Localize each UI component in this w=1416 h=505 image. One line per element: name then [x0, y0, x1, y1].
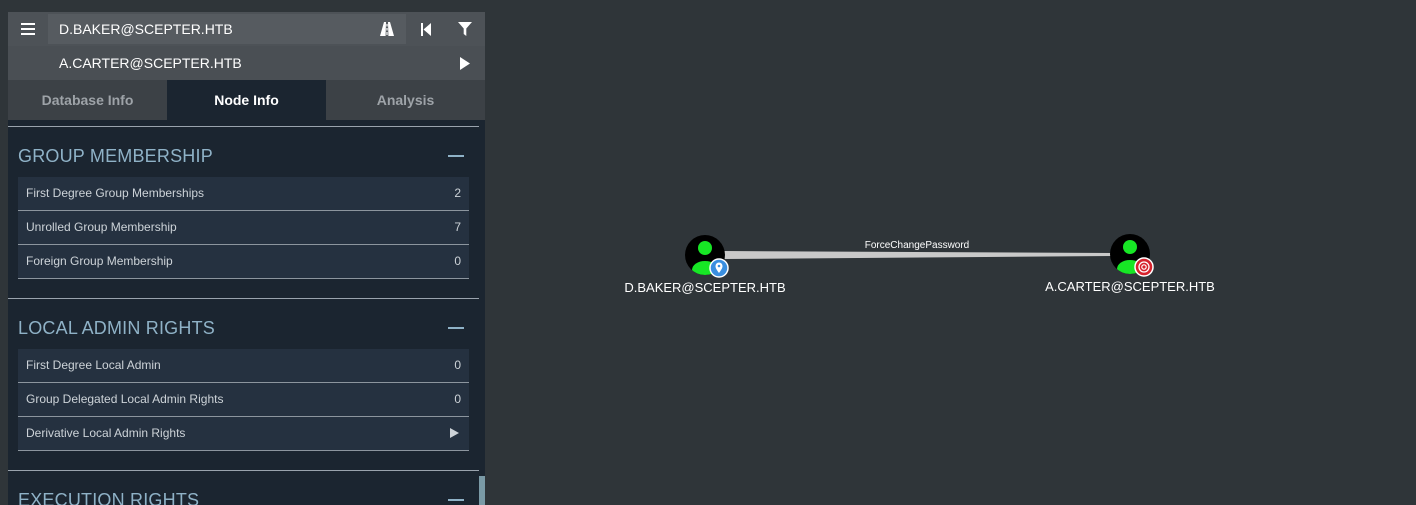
source-node-label: D.BAKER@SCEPTER.HTB: [624, 280, 786, 295]
stat-value: 0: [454, 358, 461, 372]
stat-unrolled-group-membership[interactable]: Unrolled Group Membership 7: [18, 211, 469, 245]
execution-rights-title: EXECUTION RIGHTS: [18, 490, 200, 505]
stat-group-delegated-local-admin[interactable]: Group Delegated Local Admin Rights 0: [18, 383, 469, 417]
play-icon: [460, 56, 470, 70]
stat-label: Foreign Group Membership: [26, 254, 173, 268]
collapse-execution-rights-button[interactable]: [448, 499, 464, 501]
pathfinding-button[interactable]: [370, 12, 404, 46]
filter-button[interactable]: [448, 12, 482, 46]
tab-database-info[interactable]: Database Info: [8, 80, 167, 120]
stat-value: 0: [454, 392, 461, 406]
map-pin-icon: [709, 258, 729, 278]
stat-value: 7: [454, 220, 461, 234]
graph-svg: [685, 234, 1154, 279]
stat-label: Group Delegated Local Admin Rights: [26, 392, 224, 406]
stat-derivative-local-admin[interactable]: Derivative Local Admin Rights: [18, 417, 469, 451]
execution-rights-section: EXECUTION RIGHTS: [8, 470, 479, 505]
collapse-group-membership-button[interactable]: [448, 155, 464, 157]
source-user-node[interactable]: [685, 235, 729, 279]
stat-value: 0: [454, 254, 461, 268]
side-panel: D.BAKER@SCEPTER.HTB A.CARTER@SCEPTER.HTB: [8, 12, 485, 505]
stat-first-degree-local-admin[interactable]: First Degree Local Admin 0: [18, 349, 469, 383]
stat-label: Derivative Local Admin Rights: [26, 426, 186, 440]
target-node-label: A.CARTER@SCEPTER.HTB: [1045, 279, 1215, 294]
group-membership-title: GROUP MEMBERSHIP: [18, 146, 213, 166]
edge-label[interactable]: ForceChangePassword: [865, 240, 970, 251]
play-button[interactable]: [448, 46, 482, 80]
target-icon: [1134, 257, 1154, 277]
back-button[interactable]: [409, 12, 443, 46]
road-icon: [380, 22, 394, 36]
collapse-local-admin-button[interactable]: [448, 327, 464, 329]
target-node-input[interactable]: A.CARTER@SCEPTER.HTB: [59, 46, 242, 80]
stat-label: First Degree Group Memberships: [26, 186, 205, 200]
start-node-search-row: D.BAKER@SCEPTER.HTB: [8, 12, 485, 47]
stat-label: First Degree Local Admin: [26, 358, 161, 372]
stat-first-degree-group-memberships[interactable]: First Degree Group Memberships 2: [18, 177, 469, 211]
menu-button[interactable]: [8, 12, 48, 46]
tab-node-info[interactable]: Node Info: [167, 80, 326, 120]
stat-foreign-group-membership[interactable]: Foreign Group Membership 0: [18, 245, 469, 279]
panel-tabs: Database Info Node Info Analysis: [8, 80, 485, 120]
tab-analysis[interactable]: Analysis: [326, 80, 485, 120]
node-info-content: GROUP MEMBERSHIP First Degree Group Memb…: [8, 120, 479, 505]
target-user-node[interactable]: [1110, 234, 1154, 278]
local-admin-title: LOCAL ADMIN RIGHTS: [18, 318, 215, 338]
edge-line[interactable]: [723, 251, 1111, 259]
stat-label: Unrolled Group Membership: [26, 220, 177, 234]
play-icon[interactable]: [450, 428, 459, 438]
stat-value: 2: [454, 186, 461, 200]
hamburger-icon: [21, 23, 35, 35]
graph-canvas[interactable]: ForceChangePassword D.BAKER@SCEPTER.HTB …: [485, 0, 1416, 505]
group-membership-section: GROUP MEMBERSHIP First Degree Group Memb…: [8, 126, 479, 279]
target-node-search-row: A.CARTER@SCEPTER.HTB: [8, 46, 485, 81]
filter-icon: [458, 22, 472, 36]
local-admin-section: LOCAL ADMIN RIGHTS First Degree Local Ad…: [8, 298, 479, 451]
start-node-input[interactable]: D.BAKER@SCEPTER.HTB: [59, 12, 233, 46]
skip-back-icon: [421, 22, 431, 36]
